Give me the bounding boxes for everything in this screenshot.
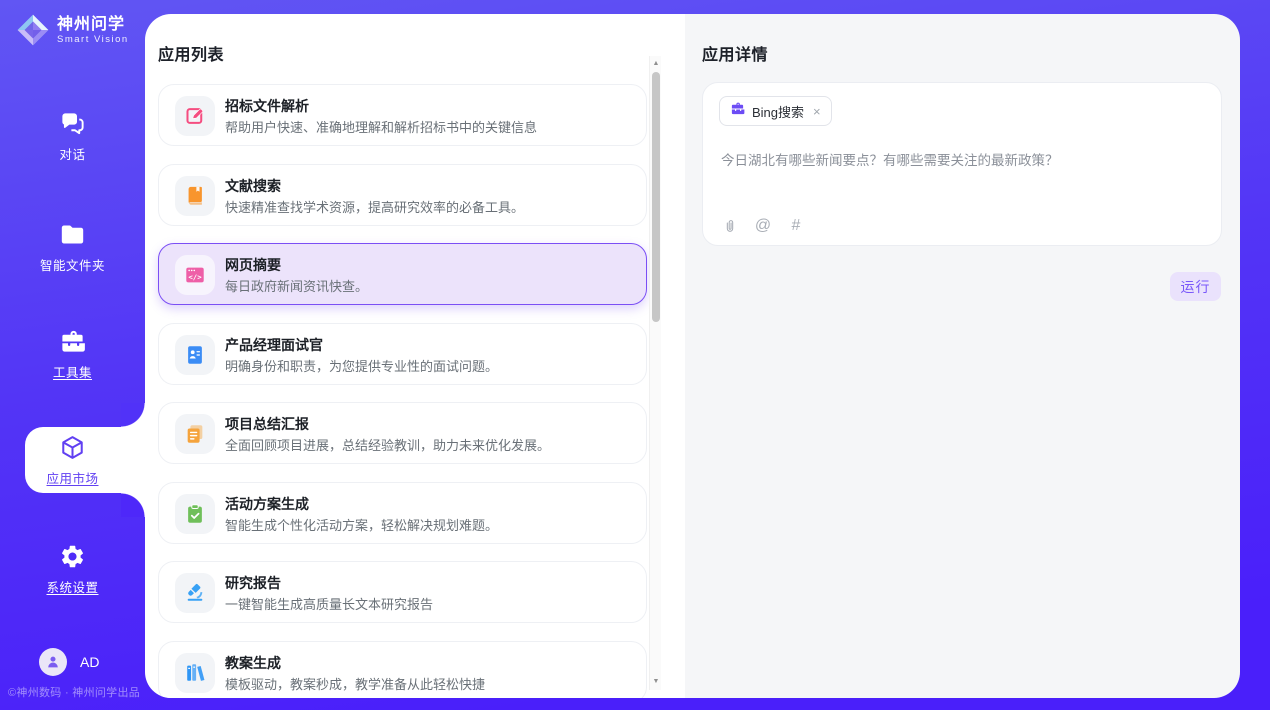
composer-toolbar: @ # [721,217,805,235]
app-card-title: 项目总结汇报 [225,414,309,434]
app-card-description: 智能生成个性化活动方案，轻松解决规划难题。 [225,515,498,534]
sidebar-item-label: 工具集 [53,362,92,381]
app-card-description: 明确身份和职责，为您提供专业性的面试问题。 [225,356,498,375]
app-card-description: 一键智能生成高质量长文本研究报告 [225,594,433,613]
app-card-title: 招标文件解析 [225,96,309,116]
tool-tag-bing-search[interactable]: Bing搜索 × [719,96,832,126]
prompt-input[interactable]: 今日湖北有哪些新闻要点？有哪些需要关注的最新政策？ [721,151,1201,170]
app-window: 神州问学 Smart Vision 对话 智能文件夹 [0,0,1270,714]
gem-logo-icon [16,13,50,47]
nav-icon [59,328,86,355]
scrollbar[interactable]: ▲ ▼ [649,56,661,690]
app-detail-title: 应用详情 [702,41,768,65]
copyright-footer: ©神州数码 · 神州问学出品 [8,684,148,700]
sidebar-item[interactable]: 应用市场 [0,434,145,488]
app-card-title: 产品经理面试官 [225,335,323,355]
sidebar-item-label: 系统设置 [46,577,98,596]
app-card-title: 活动方案生成 [225,494,309,514]
app-card-title: 网页摘要 [225,255,281,275]
app-card-description: 每日政府新闻资讯快查。 [225,276,368,295]
app-icon-tile [175,96,215,136]
app-card[interactable]: </> 网页摘要 每日政府新闻资讯快查。 [158,243,647,305]
scroll-down-icon[interactable]: ▼ [650,676,662,688]
app-card[interactable]: 研究报告 一键智能生成高质量长文本研究报告 [158,561,647,623]
app-card-description: 帮助用户快速、准确地理解和解析招标书中的关键信息 [225,117,537,136]
sidebar-item[interactable]: 对话 [0,110,145,164]
app-card-title: 研究报告 [225,573,281,593]
avatar[interactable] [39,648,67,676]
tool-tag-label: Bing搜索 [752,102,804,121]
app-card[interactable]: 项目总结汇报 全面回顾项目进展，总结经验教训，助力未来优化发展。 [158,402,647,464]
app-card[interactable]: 文献搜索 快速精准查找学术资源，提高研究效率的必备工具。 [158,164,647,226]
app-icon-tile [175,494,215,534]
app-card-description: 快速精准查找学术资源，提高研究效率的必备工具。 [225,197,524,216]
app-card[interactable]: 活动方案生成 智能生成个性化活动方案，轻松解决规划难题。 [158,482,647,544]
app-card-description: 全面回顾项目进展，总结经验教训，助力未来优化发展。 [225,435,550,454]
tool-tag-close-icon[interactable]: × [813,104,821,119]
app-list-panel: 应用列表 招标文件解析 帮助用户快速、准确地理解和解析招标书中的关键信息 [145,14,685,698]
sidebar-item[interactable]: 智能文件夹 [0,221,145,275]
sidebar-item[interactable]: 系统设置 [0,543,145,597]
bubble-notch-bottom [121,493,145,517]
nav-icon [59,221,86,248]
app-card-description: 模板驱动，教案秒成，教学准备从此轻松快捷 [225,674,485,693]
app-card[interactable]: 招标文件解析 帮助用户快速、准确地理解和解析招标书中的关键信息 [158,84,647,146]
app-card[interactable]: 产品经理面试官 明确身份和职责，为您提供专业性的面试问题。 [158,323,647,385]
app-icon-tile [175,335,215,375]
app-icon-tile: </> [175,255,215,295]
sidebar-item[interactable]: 工具集 [0,328,145,382]
app-card[interactable]: 教案生成 模板驱动，教案秒成，教学准备从此轻松快捷 [158,641,647,699]
brand-logo: 神州问学 Smart Vision [16,13,129,47]
sidebar-item-label: 对话 [59,144,85,163]
paperclip-icon[interactable] [721,217,739,235]
svg-text:</>: </> [188,272,202,281]
sidebar-item-label: 智能文件夹 [40,255,105,274]
nav-icon [59,434,86,461]
run-button[interactable]: 运行 [1170,272,1221,301]
app-icon-tile [175,414,215,454]
app-card-title: 文献搜索 [225,176,281,196]
scroll-up-icon[interactable]: ▲ [650,58,662,70]
app-icon-tile [175,653,215,693]
app-icon-tile [175,573,215,613]
brand-tagline: Smart Vision [57,34,129,45]
briefcase-icon [730,101,745,121]
user-initials: AD [80,654,99,670]
nav-icon [59,543,86,570]
brand-name: 神州问学 [57,16,129,34]
bubble-notch-top [121,403,145,427]
sidebar: 神州问学 Smart Vision 对话 智能文件夹 [0,0,145,710]
hash-icon[interactable]: # [787,217,805,235]
app-detail-panel: 应用详情 Bing搜索 × 今日湖北有哪些新闻要点？有哪些需要关注的最新政策？ … [685,14,1240,698]
sidebar-item-label: 应用市场 [46,468,98,487]
nav-icon [59,110,86,137]
prompt-card: Bing搜索 × 今日湖北有哪些新闻要点？有哪些需要关注的最新政策？ @ # [702,82,1222,246]
app-list-title: 应用列表 [158,41,224,65]
main-content: 应用列表 招标文件解析 帮助用户快速、准确地理解和解析招标书中的关键信息 [145,14,1240,698]
user-row[interactable]: AD [39,648,99,676]
scrollbar-thumb[interactable] [652,72,660,322]
at-icon[interactable]: @ [754,217,772,235]
app-icon-tile [175,176,215,216]
app-card-title: 教案生成 [225,653,281,673]
